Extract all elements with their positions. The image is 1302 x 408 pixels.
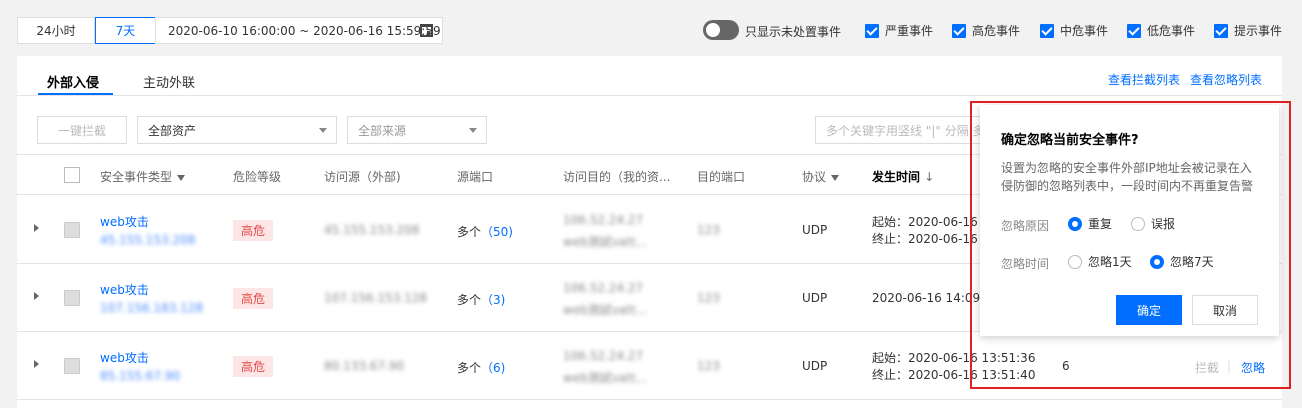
checkbox-checked-icon [1040,23,1054,38]
view-ignored-list-link[interactable]: 查看忽略列表 [1190,71,1262,88]
ports-prefix: 多个 [457,293,482,307]
row-checkbox[interactable] [64,290,80,306]
ports-prefix: 多个 [457,225,482,239]
chevron-down-icon [469,128,477,133]
row-checkbox[interactable] [64,222,80,238]
date-range-picker[interactable]: 2020-06-10 16:00:00 ~ 2020-06-16 15:59:5… [155,17,443,44]
target-name: web測試vatt... [563,371,648,385]
ports-prefix: 多个 [457,361,482,375]
target-name: web測試vatt... [563,303,648,317]
source-ip: 45.155.153.208 [324,223,420,237]
target-ip: 106.52.24.27 [563,349,644,363]
filter-critical-checkbox[interactable]: 严重事件 [865,22,933,39]
select-all-checkbox[interactable] [64,167,80,183]
event-ip: 107.156.183.128 [100,301,204,315]
filter-high-checkbox[interactable]: 高危事件 [952,22,1020,39]
view-blocked-list-link[interactable]: 查看拦截列表 [1108,71,1180,88]
tab-external-intrusion[interactable]: 外部入侵 [47,72,99,91]
expand-arrow-icon[interactable] [34,360,39,368]
filter-label: 中危事件 [1060,24,1109,38]
row-checkbox[interactable] [64,358,80,374]
header-source: 访问源（外部) [324,170,401,184]
source-ip: 107.156.153.128 [324,291,428,305]
filter-medium-checkbox[interactable]: 中危事件 [1040,22,1108,39]
expand-arrow-icon[interactable] [34,224,39,232]
header-protocol[interactable]: 协议 [802,168,840,185]
sort-down-icon[interactable]: ↓ [924,170,934,184]
filter-label: 低危事件 [1147,24,1196,38]
search-input[interactable]: 多个关键字用竖线 "|" 分隔,多个过滤 [815,116,995,144]
header-time[interactable]: 发生时间 ↓ [872,168,934,185]
expand-arrow-icon[interactable] [34,292,39,300]
target-ip: 106.52.24.27 [563,281,644,295]
checkbox-checked-icon [1127,23,1141,38]
filter-low-checkbox[interactable]: 低危事件 [1127,22,1195,39]
event-ip: 45.155.153.208 [100,233,196,247]
checkbox-checked-icon [1214,23,1228,38]
event-type-link[interactable]: web攻击 [100,349,149,366]
header-target: 访问目的（我的资... [563,170,671,184]
source-ip: 80.133.67.90 [324,359,405,373]
filter-label: 高危事件 [972,24,1021,38]
protocol: UDP [802,291,828,305]
filter-info-checkbox[interactable]: 提示事件 [1214,22,1282,39]
header-label: 发生时间 [872,170,921,184]
header-target-port: 目的端口 [697,170,746,184]
level-badge: 高危 [233,220,274,241]
ports-count-link[interactable]: （6) [481,361,505,375]
header-source-port: 源端口 [457,170,494,184]
event-type-link[interactable]: web攻击 [100,281,149,298]
level-badge: 高危 [233,288,274,309]
protocol: UDP [802,223,828,237]
source-ports[interactable]: 多个（50) [457,223,513,240]
source-ports[interactable]: 多个（3) [457,291,505,308]
target-name: web測試vatt... [563,235,648,249]
event-type-link[interactable]: web攻击 [100,213,149,230]
checkbox-checked-icon [865,23,879,38]
only-unhandled-toggle[interactable] [703,20,739,40]
filter-label: 提示事件 [1234,24,1283,38]
target-ip: 106.52.24.27 [563,213,644,227]
header-label: 协议 [802,170,827,184]
date-range-text: 2020-06-10 16:00:00 ~ 2020-06-16 15:59:5… [168,23,441,38]
header-event-type[interactable]: 安全事件类型 [100,168,186,185]
event-ip: 85.155.67.90 [100,369,181,383]
asset-select-value: 全部资产 [148,123,197,138]
highlight-outline [970,101,1291,389]
header-label: 安全事件类型 [100,170,173,184]
source-select[interactable]: 全部来源 [347,116,487,144]
target-port: 123 [697,291,720,305]
target-port: 123 [697,359,720,373]
block-all-button[interactable]: 一键拦截 [37,116,127,144]
source-ports[interactable]: 多个（6) [457,359,505,376]
target-port: 123 [697,223,720,237]
tab-divider [17,95,1282,96]
only-unhandled-label: 只显示未处置事件 [745,25,842,39]
ports-count-link[interactable]: （3) [481,293,505,307]
filter-icon[interactable] [177,174,186,181]
filter-label: 严重事件 [885,24,934,38]
chevron-down-icon [319,128,327,133]
calendar-icon[interactable] [420,24,433,37]
source-select-value: 全部来源 [358,123,407,138]
filter-icon[interactable] [831,174,840,181]
header-level: 危险等级 [233,170,282,184]
tab-outbound-connection[interactable]: 主动外联 [143,72,195,91]
ports-count-link[interactable]: （50) [481,225,513,239]
protocol: UDP [802,359,828,373]
level-badge: 高危 [233,356,274,377]
asset-select[interactable]: 全部资产 [137,116,337,144]
checkbox-checked-icon [952,23,966,38]
range-7d-button[interactable]: 7天 [95,17,156,44]
range-24h-button[interactable]: 24小时 [17,17,95,44]
